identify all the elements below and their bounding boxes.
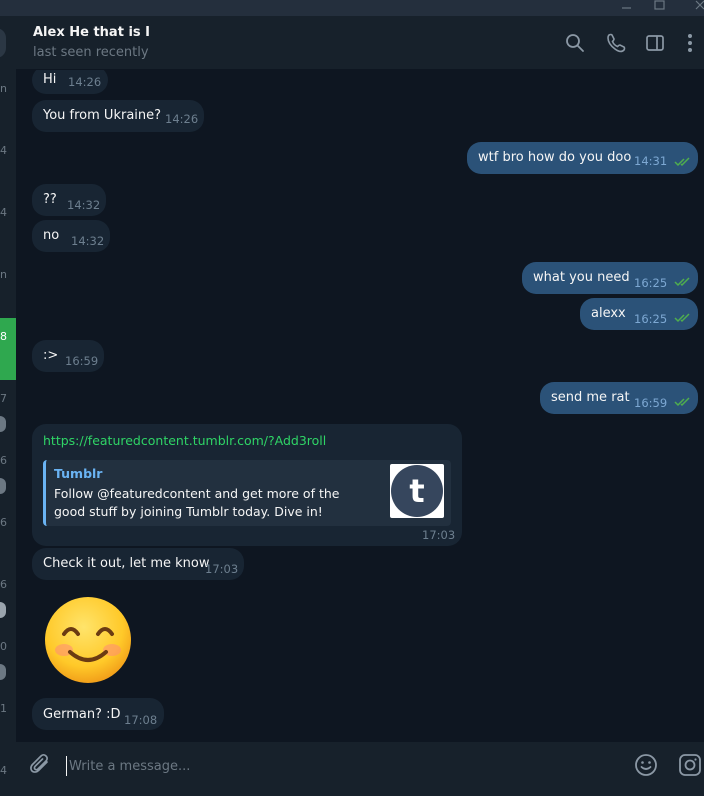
message-text: Check it out, let me know <box>43 556 210 571</box>
message-bubble-outgoing[interactable]: alexx 16:25 <box>580 298 698 330</box>
message-time: 14:31 <box>634 154 668 168</box>
message-bubble-outgoing[interactable]: wtf bro how do you doo 14:31 <box>467 142 698 174</box>
maximize-icon <box>654 0 665 10</box>
message-bubble-incoming[interactable]: German? :D 17:08 <box>32 698 164 730</box>
message-text: alexx <box>591 306 626 321</box>
chat-list-snippet: 7 <box>0 392 7 405</box>
window-titlebar <box>0 0 704 16</box>
message-input[interactable] <box>66 756 606 776</box>
close-icon <box>695 0 704 10</box>
call-button[interactable] <box>605 32 627 54</box>
message-composer[interactable] <box>16 742 704 796</box>
message-text: ?? <box>43 192 57 207</box>
chat-list-snippet: 0 <box>0 640 7 653</box>
message-bubble-incoming[interactable]: Check it out, let me know 17:03 <box>32 548 244 580</box>
message-time: 16:25 <box>634 276 668 290</box>
chat-list-snippet: 1 <box>0 702 7 715</box>
message-text: no <box>43 228 60 243</box>
chat-list-snippet: 6 <box>0 516 7 529</box>
camera-button[interactable] <box>677 752 703 778</box>
link-preview-description: Follow @featuredcontent and get more of … <box>54 486 340 519</box>
close-window-button[interactable] <box>676 0 704 16</box>
unread-badge <box>0 602 6 618</box>
read-checkmarks-icon <box>674 397 690 407</box>
more-options-button[interactable] <box>680 32 702 54</box>
message-time: 17:03 <box>205 562 239 576</box>
message-history[interactable]: Hi 14:26 You from Ukraine? 14:26 wtf bro… <box>16 70 704 742</box>
message-bubble-outgoing[interactable]: send me rat 16:59 <box>540 382 698 414</box>
chat-list-snippet: 4 <box>0 206 7 219</box>
link-preview-site: Tumblr <box>54 466 103 481</box>
emoji-icon <box>635 754 657 776</box>
message-time: 14:32 <box>67 198 101 212</box>
chat-list-snippet: 8 <box>0 330 7 343</box>
message-text: send me rat <box>551 390 630 405</box>
active-chat-highlight[interactable] <box>0 318 16 380</box>
read-checkmarks-icon <box>674 313 690 323</box>
instagram-camera-icon <box>679 754 701 776</box>
message-time: 14:26 <box>68 75 102 89</box>
chat-list-snippet: 4 <box>0 764 7 777</box>
chat-list-snippet: 6 <box>0 454 7 467</box>
link-preview-thumbnail[interactable]: t <box>390 464 444 518</box>
chat-list-edge[interactable]: n 4 4 n 8 7 6 6 6 0 1 4 <box>0 16 16 796</box>
message-text: You from Ukraine? <box>43 108 162 123</box>
smiling-face-icon <box>45 597 131 683</box>
paperclip-icon <box>30 754 48 773</box>
message-link[interactable]: https://featuredcontent.tumblr.com/?Add3… <box>43 433 326 448</box>
message-time: 16:59 <box>65 354 99 368</box>
message-time: 16:25 <box>634 312 668 326</box>
more-vertical-icon <box>688 34 692 52</box>
chat-list-avatar[interactable] <box>0 28 6 58</box>
message-text: German? :D <box>43 707 121 722</box>
tumblr-logo-icon: t <box>391 465 443 517</box>
message-text: Hi <box>43 72 57 87</box>
read-checkmarks-icon <box>674 157 690 167</box>
message-time: 14:32 <box>71 234 105 248</box>
message-text: what you need <box>533 270 630 285</box>
attach-button[interactable] <box>28 752 54 778</box>
message-bubble-incoming[interactable]: ?? 14:32 <box>32 184 106 216</box>
message-bubble-outgoing[interactable]: what you need 16:25 <box>522 262 698 294</box>
message-time: 17:08 <box>124 713 158 727</box>
contact-name[interactable]: Alex He that is I <box>33 25 150 40</box>
tumblr-logo-letter: t <box>409 472 424 510</box>
search-icon <box>566 34 584 52</box>
unread-badge <box>0 664 6 680</box>
chat-list-snippet: n <box>0 82 7 95</box>
message-text: :> <box>43 348 59 363</box>
unread-badge <box>0 416 6 432</box>
chat-header[interactable]: Alex He that is I last seen recently <box>16 16 704 70</box>
message-text: wtf bro how do you doo <box>478 150 632 165</box>
message-bubble-incoming[interactable]: no 14:32 <box>32 220 110 252</box>
phone-icon <box>607 33 626 53</box>
message-time: 16:59 <box>634 396 668 410</box>
sidebar-toggle-icon <box>646 35 664 51</box>
toggle-sidebar-button[interactable] <box>644 32 666 54</box>
message-time: 14:26 <box>165 112 199 126</box>
emoji-button[interactable] <box>633 752 659 778</box>
maximize-window-button[interactable] <box>640 0 680 16</box>
smiling-face-emoji[interactable] <box>44 596 132 684</box>
read-checkmarks-icon <box>674 277 690 287</box>
message-time: 17:03 <box>422 528 456 542</box>
message-bubble-incoming[interactable]: Hi 14:26 <box>32 70 108 94</box>
chat-list-snippet: 4 <box>0 144 7 157</box>
link-preview-card[interactable]: Tumblr Follow @featuredcontent and get m… <box>43 460 451 526</box>
contact-status: last seen recently <box>33 45 149 60</box>
message-bubble-incoming[interactable]: :> 16:59 <box>32 340 104 372</box>
message-bubble-link[interactable]: https://featuredcontent.tumblr.com/?Add3… <box>32 424 462 546</box>
search-button[interactable] <box>564 32 586 54</box>
chat-list-snippet: 6 <box>0 578 7 591</box>
unread-badge <box>0 478 6 494</box>
chat-list-snippet: n <box>0 268 7 281</box>
message-bubble-incoming[interactable]: You from Ukraine? 14:26 <box>32 100 204 132</box>
